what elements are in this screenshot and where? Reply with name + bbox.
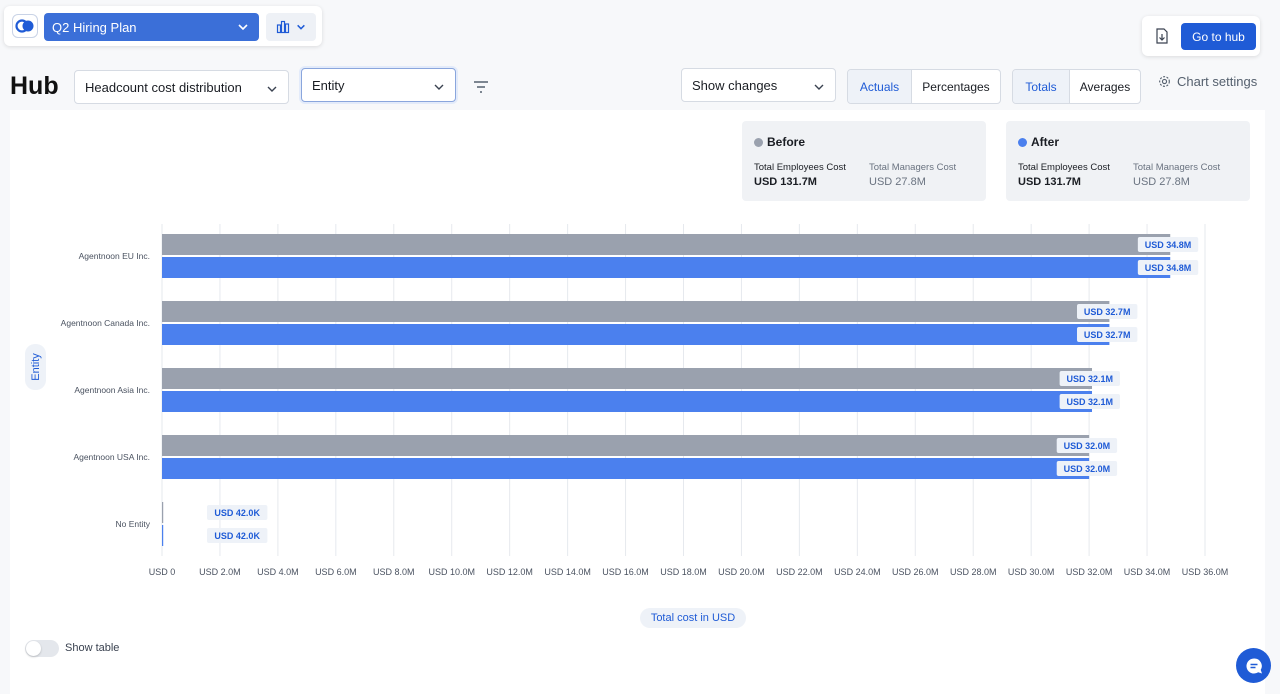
x-tick-label: USD 8.0M: [373, 567, 415, 577]
bar-after: [162, 458, 1090, 479]
bar-before: [162, 234, 1171, 255]
data-label: USD 32.0M: [1064, 464, 1111, 474]
bar-after: [162, 525, 164, 546]
toggle-knob: [26, 641, 41, 656]
x-tick-label: USD 24.0M: [834, 567, 881, 577]
data-label: USD 32.1M: [1067, 374, 1114, 384]
bar-after: [162, 257, 1171, 278]
x-tick-label: USD 32.0M: [1066, 567, 1113, 577]
y-category-label: Agentnoon USA Inc.: [73, 452, 150, 462]
x-tick-label: USD 16.0M: [602, 567, 649, 577]
x-tick-label: USD 18.0M: [660, 567, 707, 577]
y-category-label: Agentnoon Asia Inc.: [74, 385, 150, 395]
bar-after: [162, 391, 1093, 412]
x-tick-label: USD 28.0M: [950, 567, 997, 577]
data-label: USD 32.7M: [1084, 307, 1131, 317]
show-table-toggle[interactable]: [25, 640, 59, 657]
data-label: USD 34.8M: [1145, 240, 1192, 250]
data-label: USD 32.1M: [1067, 397, 1114, 407]
bar-chart: USD 0 USD 2.0M USD 4.0M USD 6.0M USD 8.0M USD…: [61, 224, 1229, 577]
data-label: USD 42.0K: [214, 508, 260, 518]
x-tick-label: USD 36.0M: [1182, 567, 1229, 577]
x-axis-title: Total cost in USD: [640, 608, 746, 628]
x-tick-label: USD 26.0M: [892, 567, 939, 577]
x-tick-label: USD 4.0M: [257, 567, 299, 577]
chat-support-button[interactable]: [1236, 648, 1271, 683]
bar-before: [162, 301, 1110, 322]
data-label: USD 32.0M: [1064, 441, 1111, 451]
bar-before: [162, 435, 1090, 456]
show-table-label: Show table: [65, 642, 120, 654]
data-label: USD 42.0K: [214, 531, 260, 541]
y-category-label: Agentnoon EU Inc.: [79, 251, 150, 261]
x-tick-label: USD 10.0M: [428, 567, 475, 577]
y-category-label: No Entity: [116, 519, 151, 529]
data-label: USD 32.7M: [1084, 330, 1131, 340]
bar-before: [162, 502, 164, 523]
x-tick-label: USD 12.0M: [486, 567, 533, 577]
x-tick-label: USD 30.0M: [1008, 567, 1055, 577]
x-tick-label: USD 34.0M: [1124, 567, 1171, 577]
bar-after: [162, 324, 1110, 345]
data-label: USD 34.8M: [1145, 263, 1192, 273]
x-tick-label: USD 22.0M: [776, 567, 823, 577]
bar-before: [162, 368, 1093, 389]
x-tick-label: USD 2.0M: [199, 567, 241, 577]
x-tick-label: USD 6.0M: [315, 567, 357, 577]
y-category-label: Agentnoon Canada Inc.: [61, 318, 150, 328]
x-tick-label: USD 0: [149, 567, 176, 577]
x-tick-label: USD 20.0M: [718, 567, 765, 577]
chat-icon: [1245, 657, 1262, 673]
x-tick-label: USD 14.0M: [544, 567, 591, 577]
